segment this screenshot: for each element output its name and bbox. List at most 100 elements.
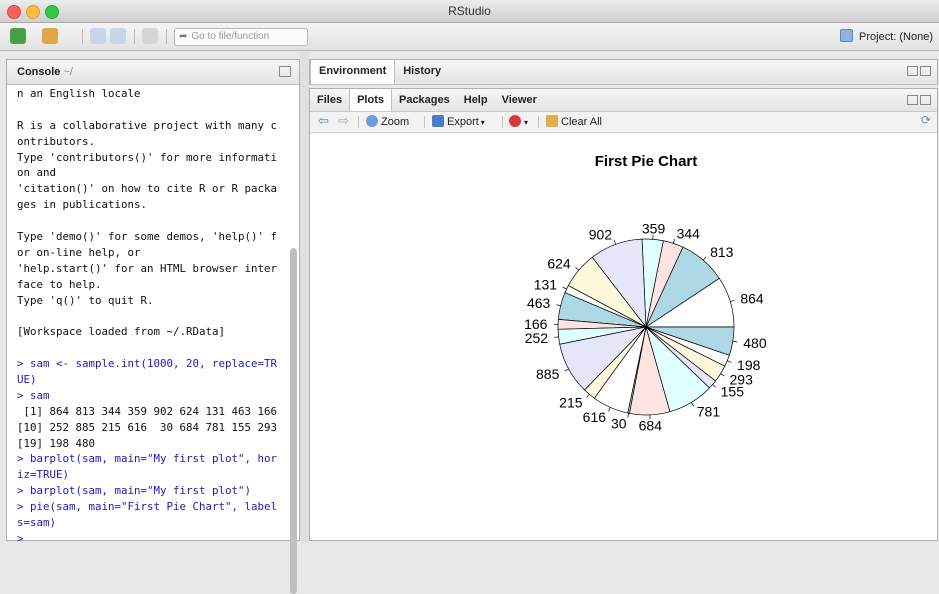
console-line: iz=TRUE) xyxy=(17,467,292,483)
zoom-button[interactable]: Zoom xyxy=(366,115,409,128)
pie-label-tick xyxy=(733,341,737,342)
console-line: [10] 252 885 215 616 30 684 781 155 293 xyxy=(17,420,292,436)
forward-arrow-icon[interactable]: ⇨ xyxy=(338,113,349,129)
plot-area: First Pie Chart 864813344359902624131463… xyxy=(310,133,937,539)
plots-toolbar: ⇦ ⇨ Zoom Export▾ ▾ Clear All ⟳ xyxy=(310,112,937,133)
project-icon xyxy=(840,29,853,42)
refresh-icon[interactable]: ⟳ xyxy=(921,113,931,127)
pie-label-tick xyxy=(609,407,611,411)
pie-label: 463 xyxy=(527,295,551,311)
pie-label: 131 xyxy=(534,277,558,293)
pie-label: 480 xyxy=(743,335,767,351)
console-output[interactable]: n an English locale R is a collaborative … xyxy=(17,86,292,547)
remove-plot-button[interactable]: ▾ xyxy=(509,115,528,128)
tab-plots[interactable]: Plots xyxy=(349,89,392,111)
tab-packages[interactable]: Packages xyxy=(392,89,457,111)
console-line: R is a collaborative project with many c xyxy=(17,118,292,134)
console-line xyxy=(17,308,292,324)
console-line xyxy=(17,213,292,229)
save-icon[interactable] xyxy=(90,28,106,44)
pie-label: 813 xyxy=(710,244,734,260)
tab-viewer[interactable]: Viewer xyxy=(495,89,544,111)
new-file-icon[interactable] xyxy=(10,28,26,44)
pie-label: 781 xyxy=(697,403,721,419)
console-line: [19] 198 480 xyxy=(17,436,292,452)
console-header: Console~/ xyxy=(7,60,299,85)
export-button[interactable]: Export▾ xyxy=(432,115,485,128)
console-line: > barplot(sam, main="My first plot", hor xyxy=(17,451,292,467)
tab-files[interactable]: Files xyxy=(310,89,349,111)
console-line: face to help. xyxy=(17,277,292,293)
chart-title: First Pie Chart xyxy=(595,153,698,170)
console-line: > xyxy=(17,531,292,547)
clear-all-button[interactable]: Clear All xyxy=(546,115,602,128)
pie-label-tick xyxy=(713,384,716,387)
plots-pane-layout-icons[interactable] xyxy=(905,95,931,108)
back-arrow-icon[interactable]: ⇦ xyxy=(318,113,329,129)
go-to-file-input[interactable]: ➦Go to file/function xyxy=(174,28,308,46)
console-line: Type 'q()' to quit R. xyxy=(17,293,292,309)
pie-label: 864 xyxy=(740,291,764,307)
pie-label-tick xyxy=(721,374,725,376)
chevron-down-icon: ▾ xyxy=(524,118,528,127)
console-path: ~/ xyxy=(63,66,72,78)
project-menu[interactable]: Project: (None) xyxy=(840,29,933,43)
console-line: > sam xyxy=(17,388,292,404)
main-toolbar: ➦Go to file/function Project: (None) xyxy=(0,23,939,51)
pie-label-tick xyxy=(556,305,560,306)
pie-label: 624 xyxy=(547,255,571,271)
pie-label-tick xyxy=(703,257,706,260)
pie-label-tick xyxy=(691,402,693,406)
pie-label-tick xyxy=(563,287,567,289)
pie-label: 902 xyxy=(589,226,613,242)
console-line: [1] 864 813 344 359 902 624 131 463 166 xyxy=(17,404,292,420)
pane-layout-icons[interactable] xyxy=(905,66,931,79)
pie-label-tick xyxy=(614,240,616,244)
tab-environment[interactable]: Environment xyxy=(310,60,395,84)
console-line: ontributors. xyxy=(17,134,292,150)
tab-help[interactable]: Help xyxy=(457,89,495,111)
environment-pane: EnvironmentHistory xyxy=(309,59,938,85)
console-line: Type 'demo()' for some demos, 'help()' f xyxy=(17,229,292,245)
pie-label: 684 xyxy=(639,417,663,433)
console-line xyxy=(17,102,292,118)
pie-label: 30 xyxy=(611,416,627,432)
remove-plot-icon xyxy=(509,115,521,127)
console-line: on and xyxy=(17,165,292,181)
console-scrollbar[interactable] xyxy=(290,248,297,594)
console-line: UE) xyxy=(17,372,292,388)
window-titlebar: RStudio xyxy=(0,0,939,23)
pie-label: 344 xyxy=(677,225,701,241)
plots-pane: FilesPlotsPackagesHelpViewer ⇦ ⇨ Zoom Ex… xyxy=(309,88,938,541)
pie-label-tick xyxy=(727,361,731,363)
console-pane: Console~/ n an English locale R is a coll… xyxy=(6,59,300,541)
console-line: Type 'contributors()' for more informati xyxy=(17,150,292,166)
maximize-pane-icon[interactable] xyxy=(279,66,291,77)
arrow-right-icon: ➦ xyxy=(179,29,187,45)
console-line: n an English locale xyxy=(17,86,292,102)
console-line: or on-line help, or xyxy=(17,245,292,261)
console-line: > sam <- sample.int(1000, 20, replace=TR xyxy=(17,356,292,372)
pie-label: 198 xyxy=(737,357,761,373)
console-line: 'citation()' on how to cite R or R packa xyxy=(17,181,292,197)
open-file-icon[interactable] xyxy=(42,28,58,44)
pie-label-tick xyxy=(586,394,589,397)
export-icon xyxy=(432,115,444,127)
console-line: ges in publications. xyxy=(17,197,292,213)
pane-splitter[interactable] xyxy=(300,52,309,543)
pie-label-tick xyxy=(730,300,734,301)
console-line: > barplot(sam, main="My first plot") xyxy=(17,483,292,499)
pie-label: 293 xyxy=(730,371,754,387)
console-line xyxy=(17,340,292,356)
save-all-icon[interactable] xyxy=(110,28,126,44)
zoom-icon xyxy=(366,115,378,127)
pie-label-tick xyxy=(628,413,629,417)
console-line: 'help.start()' for an HTML browser inter xyxy=(17,261,292,277)
pie-label: 252 xyxy=(525,330,549,346)
console-line: [Workspace loaded from ~/.RData] xyxy=(17,324,292,340)
pie-label: 215 xyxy=(559,394,583,410)
tab-history[interactable]: History xyxy=(395,60,449,84)
broom-icon xyxy=(546,115,558,127)
print-icon[interactable] xyxy=(142,28,158,44)
pie-chart: First Pie Chart 864813344359902624131463… xyxy=(310,133,937,539)
